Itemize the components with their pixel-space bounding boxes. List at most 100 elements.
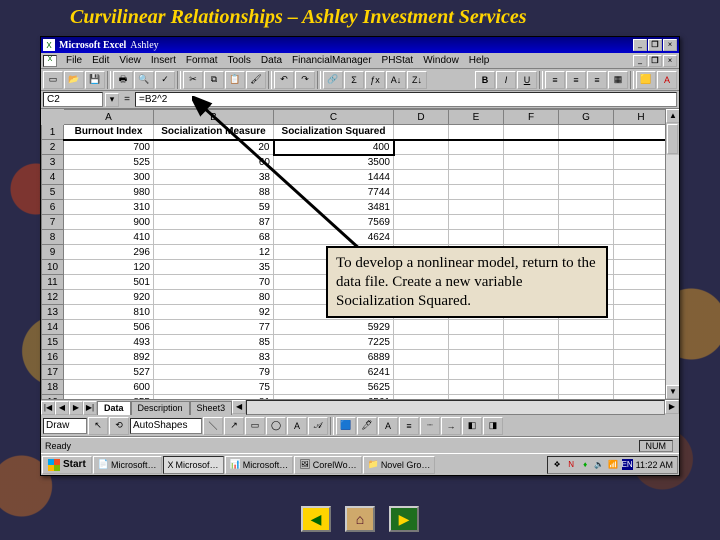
cell[interactable]: 68 xyxy=(154,230,274,245)
shadow-icon[interactable]: ◧ xyxy=(462,417,482,435)
vertical-scrollbar[interactable]: ▲ ▼ xyxy=(665,109,679,399)
doc-minimize-button[interactable]: _ xyxy=(633,55,647,67)
cell[interactable]: 527 xyxy=(64,365,154,380)
taskbar-item[interactable]: 📁Novel Gro… xyxy=(363,456,435,474)
row-header[interactable]: 1 xyxy=(42,125,64,140)
scroll-down-icon[interactable]: ▼ xyxy=(666,385,679,399)
cell[interactable] xyxy=(504,140,559,155)
col-header-h[interactable]: H xyxy=(614,110,669,125)
hyperlink-icon[interactable]: 🔗 xyxy=(323,71,343,89)
menu-phstat[interactable]: PHStat xyxy=(377,54,419,67)
cell[interactable]: 7225 xyxy=(274,335,394,350)
cell[interactable] xyxy=(614,185,669,200)
cell[interactable] xyxy=(614,305,669,320)
cell[interactable]: 35 xyxy=(154,260,274,275)
fontcolor-icon[interactable]: A xyxy=(657,71,677,89)
cell[interactable] xyxy=(559,125,614,140)
doc-close-button[interactable]: × xyxy=(663,55,677,67)
cell[interactable] xyxy=(614,335,669,350)
cell[interactable] xyxy=(504,335,559,350)
cell[interactable]: 87 xyxy=(154,215,274,230)
system-tray[interactable]: ❖ N ♦ 🔊 📶 EN 11:22 AM xyxy=(547,456,678,474)
formatpainter-icon[interactable]: 🖌 xyxy=(246,71,266,89)
cell[interactable] xyxy=(449,185,504,200)
undo-icon[interactable]: ↶ xyxy=(274,71,294,89)
cell[interactable]: 6241 xyxy=(274,365,394,380)
next-slide-button[interactable]: ▶ xyxy=(389,506,419,532)
cell[interactable]: 59 xyxy=(154,200,274,215)
menu-view[interactable]: View xyxy=(114,54,146,67)
cell[interactable] xyxy=(394,350,449,365)
preview-icon[interactable]: 🔍 xyxy=(134,71,154,89)
cell[interactable] xyxy=(614,200,669,215)
tab-first-icon[interactable]: |◀ xyxy=(41,401,55,415)
col-header-e[interactable]: E xyxy=(449,110,504,125)
oval-icon[interactable]: ◯ xyxy=(266,417,286,435)
menu-financialmanager[interactable]: FinancialManager xyxy=(287,54,377,67)
cell[interactable]: 5625 xyxy=(274,380,394,395)
scroll-up-icon[interactable]: ▲ xyxy=(666,109,679,123)
prev-slide-button[interactable]: ◀ xyxy=(301,506,331,532)
row-header[interactable]: 3 xyxy=(42,155,64,170)
cell[interactable] xyxy=(504,200,559,215)
tab-last-icon[interactable]: ▶| xyxy=(83,401,97,415)
menu-window[interactable]: Window xyxy=(418,54,464,67)
cell[interactable] xyxy=(394,320,449,335)
cell[interactable] xyxy=(504,350,559,365)
paste-icon[interactable]: 📋 xyxy=(225,71,245,89)
cell[interactable] xyxy=(449,200,504,215)
cell[interactable]: 300 xyxy=(64,170,154,185)
cell[interactable] xyxy=(394,125,449,140)
tab-prev-icon[interactable]: ◀ xyxy=(55,401,69,415)
row-header[interactable]: 16 xyxy=(42,350,64,365)
row-header[interactable]: 13 xyxy=(42,305,64,320)
save-icon[interactable]: 💾 xyxy=(85,71,105,89)
cell[interactable]: 980 xyxy=(64,185,154,200)
workbook-icon[interactable]: X xyxy=(43,55,57,67)
cell[interactable] xyxy=(394,215,449,230)
cell[interactable] xyxy=(559,155,614,170)
cell[interactable] xyxy=(559,200,614,215)
3d-icon[interactable]: ◨ xyxy=(483,417,503,435)
cell[interactable] xyxy=(449,215,504,230)
menu-tools[interactable]: Tools xyxy=(223,54,256,67)
cell[interactable] xyxy=(614,290,669,305)
cell[interactable] xyxy=(504,230,559,245)
cell[interactable] xyxy=(504,125,559,140)
bold-button[interactable]: B xyxy=(475,71,495,89)
cancel-formula-icon[interactable]: ▾ xyxy=(105,93,119,107)
cell[interactable] xyxy=(504,215,559,230)
row-header[interactable]: 15 xyxy=(42,335,64,350)
cell[interactable] xyxy=(394,335,449,350)
col-header-g[interactable]: G xyxy=(559,110,614,125)
tray-icon[interactable]: 📶 xyxy=(608,459,619,470)
row-header[interactable]: 10 xyxy=(42,260,64,275)
cell[interactable]: 506 xyxy=(64,320,154,335)
cell[interactable] xyxy=(614,140,669,155)
cell[interactable]: 920 xyxy=(64,290,154,305)
cell[interactable] xyxy=(449,365,504,380)
underline-button[interactable]: U xyxy=(517,71,537,89)
cell[interactable]: 79 xyxy=(154,365,274,380)
col-header-c[interactable]: C xyxy=(274,110,394,125)
menu-file[interactable]: File xyxy=(61,54,87,67)
function-icon[interactable]: ƒx xyxy=(365,71,385,89)
cell[interactable] xyxy=(559,230,614,245)
cell[interactable] xyxy=(394,185,449,200)
menu-edit[interactable]: Edit xyxy=(87,54,114,67)
formula-input[interactable]: =B2^2 xyxy=(135,92,677,107)
row-header[interactable]: 2 xyxy=(42,140,64,155)
cell[interactable] xyxy=(449,170,504,185)
cell[interactable] xyxy=(559,320,614,335)
cell[interactable]: 20 xyxy=(154,140,274,155)
cell[interactable]: 88 xyxy=(154,185,274,200)
cell[interactable] xyxy=(559,335,614,350)
linecolor-icon[interactable]: 🖊 xyxy=(357,417,377,435)
taskbar-item[interactable]: 📄Microsoft… xyxy=(93,456,162,474)
cell[interactable]: 4624 xyxy=(274,230,394,245)
cell[interactable]: 3481 xyxy=(274,200,394,215)
menu-help[interactable]: Help xyxy=(464,54,495,67)
print-icon[interactable]: 🖶 xyxy=(113,71,133,89)
taskbar-item[interactable]: 📊Microsoft… xyxy=(225,456,294,474)
cell[interactable] xyxy=(614,245,669,260)
